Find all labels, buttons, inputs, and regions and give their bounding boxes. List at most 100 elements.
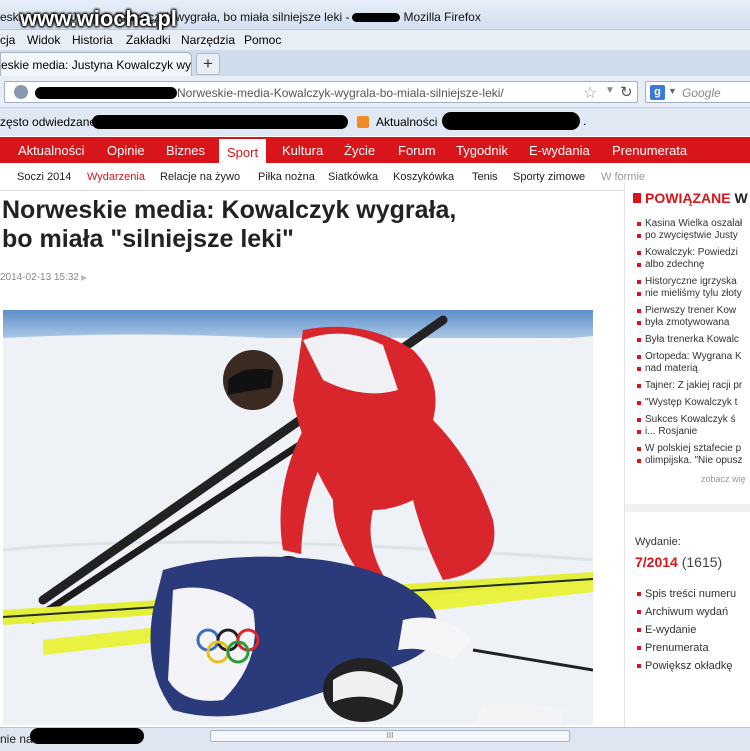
related-item-cont[interactable]: olimpijska. "Nie opusz [637,455,742,467]
bookmark-news[interactable]: Aktualności [376,115,437,129]
bookmarks-toolbar: zęsto odwiedzane Aktualności . [0,108,750,136]
nav-item-e-wydania[interactable]: E-wydania [529,143,590,158]
rss-icon [357,116,369,128]
issue-link-toc[interactable]: Spis treści numeru [637,588,736,600]
article-date-text: 2014-02-13 15:32 [0,272,79,283]
menu-bookmarks[interactable]: Zakładki [126,33,171,47]
menu-view[interactable]: Widok [27,33,60,47]
issue-link-subscription[interactable]: Prenumerata [637,642,736,654]
tab-bar: eskie media: Justyna Kowalczyk wy... + [0,50,750,76]
related-heading-text: POWIĄZANE [645,190,731,206]
subnav-koszykowka[interactable]: Koszykówka [393,171,454,183]
subnav-soczi[interactable]: Soczi 2014 [17,171,71,183]
related-item[interactable]: Pierwszy trener Kow [637,305,742,317]
redaction-mark [30,728,144,744]
nav-item-opinie[interactable]: Opinie [107,143,145,158]
redaction-mark [352,13,401,23]
issue-label: Wydanie: [635,536,681,548]
redaction-mark [442,112,580,130]
related-item[interactable]: Kowalczyk: Powiedzi [637,247,742,259]
search-placeholder: Google [682,86,721,100]
url-text: Norweskie-media-Kowalczyk-wygrala-bo-mia… [177,86,504,100]
history-dropdown-icon[interactable]: ▼ [605,85,615,96]
window-title-suffix: Mozilla Firefox [403,10,481,24]
related-item-cont[interactable]: po zwycięstwie Justy [637,230,742,242]
redaction-mark [35,87,177,99]
subnav-tenis[interactable]: Tenis [472,171,498,183]
issue-number: 7/2014 (1615) [635,554,722,570]
skiers-illustration [3,310,593,725]
issue-link-enlarge-cover[interactable]: Powiększ okładkę [637,660,736,672]
article-headline: Norweskie media: Kowalczyk wygrała, bo m… [2,196,562,254]
related-item-cont[interactable]: nie mieliśmy tylu złoty [637,288,742,300]
related-item[interactable]: W polskiej sztafecie p [637,443,742,455]
tab-active[interactable]: eskie media: Justyna Kowalczyk wy... [0,52,192,76]
menu-help[interactable]: Pomoc [244,33,281,47]
nav-item-tygodnik[interactable]: Tygodnik [456,143,508,158]
issue-count: (1615) [681,554,723,570]
status-text: nie na [0,732,33,746]
related-item-cont[interactable]: albo zdechnę [637,259,742,271]
menu-edit[interactable]: cja [0,33,15,47]
related-item[interactable]: Kasina Wielka oszalał [637,218,742,230]
subnav-pilka-nozna[interactable]: Piłka nożna [258,171,315,183]
globe-icon [14,85,28,99]
nav-item-zycie[interactable]: Życie [344,143,375,158]
more-bookmarks-icon[interactable]: . [583,114,586,128]
watermark-logo: www.wiocha.pl [20,6,177,31]
related-item-cont[interactable]: i... Rosjanie [637,426,742,438]
related-item-cont[interactable]: była zmotywowana [637,317,742,329]
related-item[interactable]: Tajner: Z jakiej racji pr [637,380,742,392]
issue-links: Spis treści numeru Archiwum wydań E-wyda… [637,588,736,678]
issue-number-value: 7/2014 [635,554,678,570]
bookmark-most-visited[interactable]: zęsto odwiedzane [0,115,96,129]
subnav-relacje[interactable]: Relacje na żywo [160,171,240,183]
url-bar[interactable]: Norweskie-media-Kowalczyk-wygrala-bo-mia… [4,81,638,103]
related-item[interactable]: "Występ Kowalczyk t [637,397,742,409]
subnav-siatkowka[interactable]: Siatkówka [328,171,378,183]
new-tab-button[interactable]: + [196,53,220,75]
related-item[interactable]: Historyczne igrzyska [637,276,742,288]
nav-item-prenumerata[interactable]: Prenumerata [612,143,687,158]
menu-tools[interactable]: Narzędzia [181,33,235,47]
triangle-icon: ▶ [80,273,88,282]
related-item[interactable]: Była trenerka Kowalc [637,334,742,346]
redaction-mark [92,115,348,129]
headline-line-2: bo miała "silniejsze leki" [2,225,294,253]
see-more-link[interactable]: zobacz wię [701,474,746,484]
subnav-wydarzenia[interactable]: Wydarzenia [87,171,145,183]
issue-link-e-edition[interactable]: E-wydanie [637,624,736,636]
menu-bar: cja Widok Historia Zakładki Narzędzia Po… [0,30,750,50]
related-item[interactable]: Sukces Kowalczyk ś [637,414,742,426]
google-icon[interactable]: g [650,85,665,100]
browser-window: { "window": { "title_prefix": "eskie med… [0,0,750,751]
related-heading: POWIĄZANE W [633,190,748,206]
bookmark-star-icon[interactable]: ☆ [583,83,597,103]
search-engine-dropdown-icon[interactable]: ▼ [668,86,677,96]
nav-item-sport[interactable]: Sport [219,137,267,163]
related-heading-tail: W [734,190,748,206]
related-item-cont[interactable]: nad materią [637,363,742,375]
right-sidebar: POWIĄZANE W Kasina Wielka oszalał po zwy… [624,182,750,727]
nav-item-kultura[interactable]: Kultura [282,143,323,158]
menu-history[interactable]: Historia [72,33,113,47]
article-date: 2014-02-13 15:32 ▶ [0,272,87,283]
subnav-sporty-zimowe[interactable]: Sporty zimowe [513,171,585,183]
nav-item-biznes[interactable]: Biznes [166,143,205,158]
related-list: Kasina Wielka oszalał po zwycięstwie Jus… [637,218,742,472]
related-item[interactable]: Ortopeda: Wygrana K [637,351,742,363]
headline-line-1: Norweskie media: Kowalczyk wygrała, [2,196,457,224]
site-nav: Aktualności Opinie Biznes Sport Kultura … [0,137,750,163]
square-icon [633,193,641,203]
status-bar: nie na III [0,727,750,751]
issue-link-archive[interactable]: Archiwum wydań [637,606,736,618]
divider [625,504,750,512]
nav-item-aktualnosci[interactable]: Aktualności [18,143,84,158]
article-photo[interactable] [3,310,593,725]
reload-icon[interactable]: ↻ [620,83,633,101]
horizontal-scrollbar[interactable]: III [210,730,570,742]
search-input[interactable]: g ▼ Google [645,81,750,103]
nav-item-forum[interactable]: Forum [398,143,436,158]
window-titlebar: eskie media: Justyna Kowalczyk wygrała, … [0,0,750,31]
navigation-toolbar: Norweskie-media-Kowalczyk-wygrala-bo-mia… [0,76,750,108]
